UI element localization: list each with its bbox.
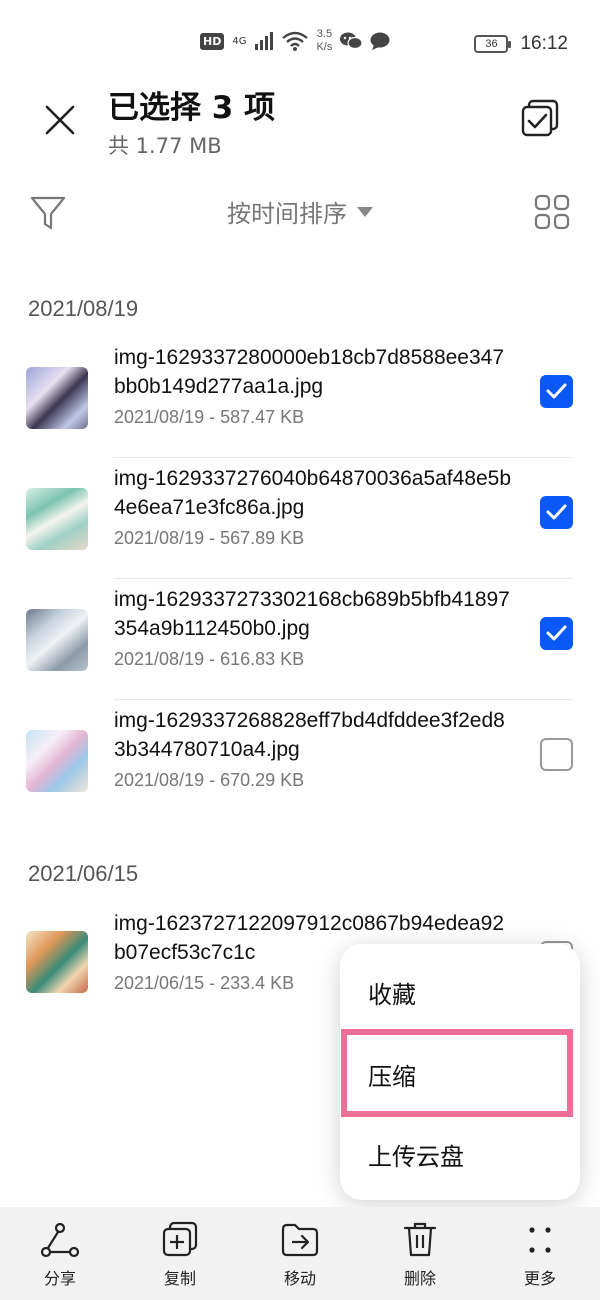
filter-bar: 按时间排序 [0, 180, 600, 244]
share-label: 分享 [43, 1269, 76, 1288]
signal-icon [255, 32, 274, 50]
more-icon [529, 1227, 551, 1253]
file-meta: 2021/08/19 - 567.89 KB [114, 528, 305, 548]
move-folder-icon [281, 1223, 319, 1257]
copy-icon [162, 1221, 198, 1257]
selection-size: 共 1.77 MB [108, 134, 222, 158]
file-thumbnail [26, 609, 88, 671]
wifi-icon [282, 31, 309, 51]
share-icon [40, 1222, 80, 1258]
wechat-icon [340, 32, 363, 50]
move-button[interactable]: 移动 [260, 1221, 340, 1289]
copy-button[interactable]: 复制 [140, 1221, 220, 1289]
select-all-icon [521, 99, 559, 137]
move-label: 移动 [283, 1269, 316, 1288]
file-name: img-1629337268828eff7bd4dfddee3f2ed83b34… [114, 709, 505, 761]
page-title: 已选择 3 项 [108, 90, 276, 126]
file-item[interactable]: img-1629337268828eff7bd4dfddee3f2ed83b34… [0, 700, 600, 821]
delete-label: 删除 [403, 1269, 436, 1288]
speed-value: 3.5 [316, 28, 333, 40]
highlight-box [341, 1029, 573, 1117]
file-name: img-1629337273302168cb689b5bfb41897354a9… [114, 588, 510, 640]
file-thumbnail [26, 488, 88, 550]
copy-label: 复制 [163, 1269, 196, 1288]
menu-item-label: 收藏 [368, 980, 416, 1009]
network-speed: 3.5 K/s [316, 28, 332, 54]
file-checkbox[interactable] [540, 738, 573, 771]
date-header: 2021/06/15 [28, 861, 139, 886]
bottom-toolbar: 分享 复制 移动 删除 更多 [0, 1207, 600, 1300]
sort-dropdown[interactable]: 按时间排序 [210, 194, 390, 229]
grid-view-button[interactable] [532, 192, 572, 232]
grid-icon [534, 194, 570, 230]
date-header: 2021/08/19 [28, 296, 139, 321]
file-checkbox[interactable] [540, 375, 573, 408]
file-meta: 2021/06/15 - 233.4 KB [114, 973, 295, 993]
filter-icon [30, 196, 66, 230]
status-icons: HD 4G 3.5 K/s [200, 28, 390, 54]
file-meta: 2021/08/19 - 587.47 KB [114, 407, 305, 427]
check-icon [546, 383, 567, 399]
close-icon [45, 105, 75, 135]
battery-icon: 36 [474, 35, 512, 53]
check-icon [546, 504, 567, 520]
check-icon [546, 625, 567, 641]
menu-item-label: 上传云盘 [368, 1142, 464, 1171]
battery-level: 36 [485, 38, 498, 50]
file-name: img-1629337276040b64870036a5af48e5b4e6ea… [114, 467, 512, 519]
title-bar: 已选择 3 项 共 1.77 MB [0, 80, 600, 170]
status-right: 36 16:12 [474, 33, 568, 55]
file-checkbox[interactable] [540, 617, 573, 650]
network-type: 4G [232, 35, 247, 47]
menu-item-favorite[interactable]: 收藏 [340, 952, 580, 1032]
file-thumbnail [26, 931, 88, 993]
hd-badge: HD [200, 32, 225, 50]
clock: 16:12 [520, 33, 568, 54]
file-meta: 2021/08/19 - 616.83 KB [114, 649, 305, 669]
filter-button[interactable] [28, 192, 68, 232]
file-thumbnail [26, 730, 88, 792]
file-item[interactable]: img-1629337273302168cb689b5bfb41897354a9… [0, 579, 600, 700]
status-bar: HD 4G 3.5 K/s 36 16:12 [0, 0, 600, 90]
caret-down-icon [357, 206, 373, 217]
file-item[interactable]: img-1629337276040b64870036a5af48e5b4e6ea… [0, 458, 600, 579]
delete-button[interactable]: 删除 [380, 1221, 460, 1289]
file-checkbox[interactable] [540, 496, 573, 529]
speed-unit: K/s [316, 41, 333, 53]
more-button[interactable]: 更多 [500, 1221, 580, 1289]
trash-icon [403, 1222, 437, 1257]
file-meta: 2021/08/19 - 670.29 KB [114, 770, 305, 790]
sort-label: 按时间排序 [227, 200, 347, 228]
menu-item-upload-cloud[interactable]: 上传云盘 [340, 1114, 580, 1194]
file-thumbnail [26, 367, 88, 429]
message-icon [370, 32, 390, 50]
more-label: 更多 [523, 1269, 556, 1288]
share-button[interactable]: 分享 [20, 1221, 100, 1289]
close-button[interactable] [38, 98, 82, 142]
select-all-button[interactable] [518, 96, 562, 140]
file-item[interactable]: img-1629337280000eb18cb7d8588ee347bb0b14… [0, 337, 600, 458]
file-name: img-1629337280000eb18cb7d8588ee347bb0b14… [114, 346, 505, 398]
